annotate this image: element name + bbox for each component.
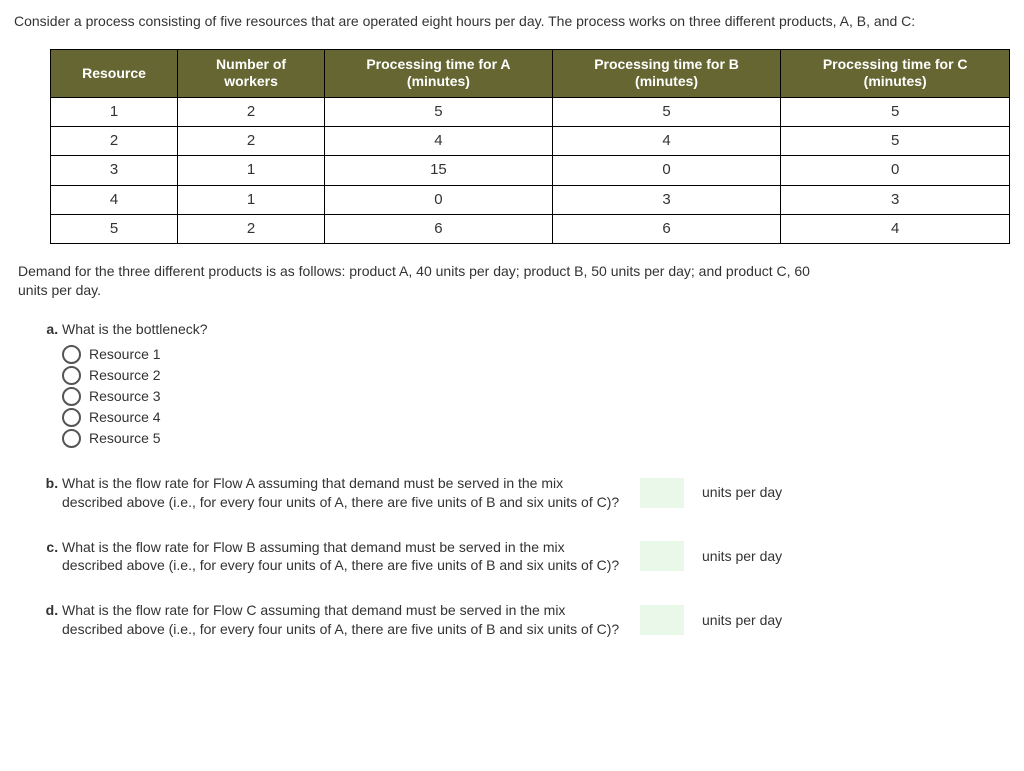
- radio-icon: [62, 408, 81, 427]
- demand-text: Demand for the three different products …: [18, 262, 838, 300]
- option-resource-2[interactable]: Resource 2: [62, 366, 1010, 385]
- radio-icon: [62, 366, 81, 385]
- answer-c-unit: units per day: [702, 547, 782, 566]
- option-label: Resource 4: [89, 408, 161, 427]
- option-label: Resource 2: [89, 366, 161, 385]
- answer-d-input[interactable]: [640, 605, 684, 635]
- th-time-a: Processing time for A (minutes): [325, 49, 553, 97]
- th-time-b: Processing time for B (minutes): [552, 49, 781, 97]
- radio-icon: [62, 345, 81, 364]
- option-resource-5[interactable]: Resource 5: [62, 429, 1010, 448]
- radio-icon: [62, 387, 81, 406]
- table-row: 5 2 6 6 4: [51, 214, 1010, 243]
- option-resource-1[interactable]: Resource 1: [62, 345, 1010, 364]
- table-row: 3 1 15 0 0: [51, 156, 1010, 185]
- answer-b-input[interactable]: [640, 478, 684, 508]
- question-a: What is the bottleneck? Resource 1 Resou…: [62, 320, 1010, 448]
- option-resource-3[interactable]: Resource 3: [62, 387, 1010, 406]
- answer-b-unit: units per day: [702, 483, 782, 502]
- th-time-c: Processing time for C (minutes): [781, 49, 1010, 97]
- option-label: Resource 3: [89, 387, 161, 406]
- question-c: What is the flow rate for Flow B assumin…: [62, 538, 1010, 576]
- answer-d-unit: units per day: [702, 611, 782, 630]
- option-label: Resource 5: [89, 429, 161, 448]
- th-workers: Number of workers: [178, 49, 325, 97]
- answer-c-input[interactable]: [640, 541, 684, 571]
- question-c-text: What is the flow rate for Flow B assumin…: [62, 538, 622, 576]
- radio-icon: [62, 429, 81, 448]
- intro-text: Consider a process consisting of five re…: [14, 12, 1010, 31]
- question-b-text: What is the flow rate for Flow A assumin…: [62, 474, 622, 512]
- question-d: What is the flow rate for Flow C assumin…: [62, 601, 1010, 639]
- question-b: What is the flow rate for Flow A assumin…: [62, 474, 1010, 512]
- option-resource-4[interactable]: Resource 4: [62, 408, 1010, 427]
- question-d-text: What is the flow rate for Flow C assumin…: [62, 601, 622, 639]
- question-a-prompt: What is the bottleneck?: [62, 320, 1010, 339]
- table-row: 1 2 5 5 5: [51, 97, 1010, 126]
- table-row: 4 1 0 3 3: [51, 185, 1010, 214]
- table-row: 2 2 4 4 5: [51, 127, 1010, 156]
- th-resource: Resource: [51, 49, 178, 97]
- resource-table: Resource Number of workers Processing ti…: [50, 49, 1010, 244]
- option-label: Resource 1: [89, 345, 161, 364]
